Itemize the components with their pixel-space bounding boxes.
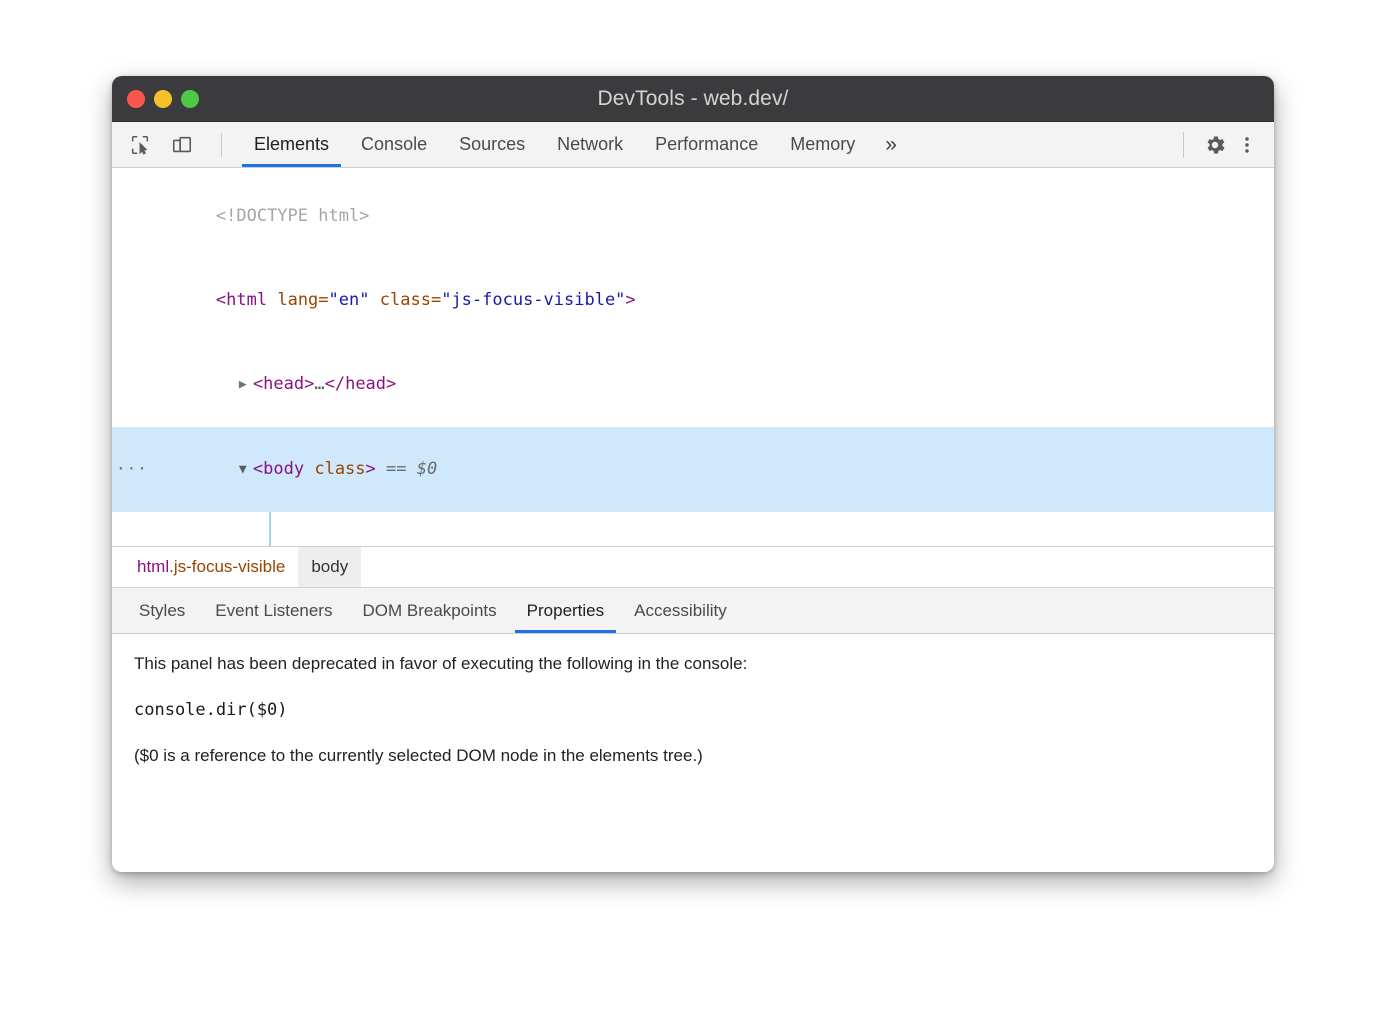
tab-accessibility[interactable]: Accessibility (619, 588, 742, 633)
more-tabs-button[interactable]: » (871, 122, 911, 167)
html-lang-attr: lang (277, 290, 318, 310)
breadcrumb-body-tag: body (311, 557, 348, 577)
html-class-value: "js-focus-visible" (441, 290, 625, 310)
html-lang-value: "en" (329, 290, 370, 310)
tab-network-label: Network (557, 134, 623, 155)
dom-tree-panel[interactable]: <!DOCTYPE html> <html lang="en" class="j… (112, 168, 1274, 547)
breadcrumb-html-classes: .js-focus-visible (169, 557, 285, 577)
selected-node-reference: == $0 (386, 459, 437, 479)
html-tag-name: html (226, 290, 267, 310)
tab-accessibility-label: Accessibility (634, 601, 727, 621)
device-toolbar-icon[interactable] (169, 132, 195, 158)
console-code-snippet: console.dir($0) (134, 700, 1252, 720)
tab-properties[interactable]: Properties (512, 588, 619, 633)
minimize-window-button[interactable] (154, 90, 172, 108)
toolbar-left-icons (112, 122, 232, 167)
desktop-background: DevTools - web.dev/ (0, 0, 1386, 1022)
gear-icon[interactable] (1202, 132, 1228, 158)
collapsed-ellipsis: … (314, 374, 324, 394)
expand-arrow-icon[interactable]: ▶ (262, 541, 276, 547)
expand-arrow-icon[interactable]: ▶ (239, 371, 253, 399)
dom-node-doctype[interactable]: <!DOCTYPE html> (112, 174, 1274, 258)
panel-tabs: Elements Console Sources Network Perform… (238, 122, 911, 167)
tab-styles[interactable]: Styles (124, 588, 200, 633)
collapse-arrow-icon[interactable]: ▼ (239, 456, 253, 484)
tab-styles-label: Styles (139, 601, 185, 621)
body-tag-name: body (263, 459, 304, 479)
tab-properties-label: Properties (527, 601, 604, 621)
devtools-window: DevTools - web.dev/ (112, 76, 1274, 872)
tab-sources-label: Sources (459, 134, 525, 155)
dom-node-html[interactable]: <html lang="en" class="js-focus-visible"… (112, 258, 1274, 342)
window-titlebar: DevTools - web.dev/ (112, 76, 1274, 122)
tab-sources[interactable]: Sources (443, 122, 541, 167)
properties-panel-content: This panel has been deprecated in favor … (112, 634, 1274, 872)
collapsed-ellipsis: … (522, 544, 532, 547)
tab-console-label: Console (361, 134, 427, 155)
window-title: DevTools - web.dev/ (112, 87, 1274, 111)
tab-elements-label: Elements (254, 134, 329, 155)
tab-performance-label: Performance (655, 134, 758, 155)
maximize-window-button[interactable] (181, 90, 199, 108)
toolbar-divider (221, 133, 222, 157)
tab-dom-breakpoints-label: DOM Breakpoints (362, 601, 496, 621)
tab-console[interactable]: Console (345, 122, 443, 167)
head-close-tag-name: head (345, 374, 386, 394)
breadcrumb-html-tag: html (137, 557, 169, 577)
tab-event-listeners-label: Event Listeners (215, 601, 332, 621)
dom-node-web-snackbar-container[interactable]: ▶<web-snackbar-container>…</web-snackbar… (112, 512, 1274, 547)
breadcrumb-item-html[interactable]: html.js-focus-visible (124, 547, 298, 587)
node-badge-dots[interactable]: ··· (116, 455, 148, 483)
tab-memory[interactable]: Memory (774, 122, 871, 167)
selected-node-explanation: ($0 is a reference to the currently sele… (134, 746, 1252, 766)
close-window-button[interactable] (127, 90, 145, 108)
tab-elements[interactable]: Elements (238, 122, 345, 167)
inspect-element-icon[interactable] (127, 132, 153, 158)
snackbar-close-tag-name: web-snackbar-container (552, 544, 777, 547)
snackbar-tag-name: web-snackbar-container (286, 544, 511, 547)
more-vertical-icon[interactable] (1234, 132, 1260, 158)
chevron-double-right-icon: » (885, 133, 897, 157)
breadcrumb: html.js-focus-visible body (112, 547, 1274, 588)
tab-performance[interactable]: Performance (639, 122, 774, 167)
html-class-attr: class (380, 290, 431, 310)
tab-memory-label: Memory (790, 134, 855, 155)
dom-node-body[interactable]: ···▼<body class> == $0 (112, 427, 1274, 512)
breadcrumb-item-body[interactable]: body (298, 547, 361, 587)
tab-dom-breakpoints[interactable]: DOM Breakpoints (347, 588, 511, 633)
toolbar-right-icons (1183, 122, 1274, 167)
tab-network[interactable]: Network (541, 122, 639, 167)
deprecation-notice: This panel has been deprecated in favor … (134, 654, 1252, 674)
toolbar-right-divider (1183, 132, 1184, 158)
dom-node-head[interactable]: ▶<head>…</head> (112, 342, 1274, 427)
head-tag-name: head (263, 374, 304, 394)
window-controls (127, 76, 199, 121)
devtools-toolbar: Elements Console Sources Network Perform… (112, 122, 1274, 168)
tab-event-listeners[interactable]: Event Listeners (200, 588, 347, 633)
doctype-text: <!DOCTYPE html> (216, 206, 370, 226)
body-class-attr: class (314, 459, 365, 479)
sidebar-tabs: Styles Event Listeners DOM Breakpoints P… (112, 588, 1274, 634)
